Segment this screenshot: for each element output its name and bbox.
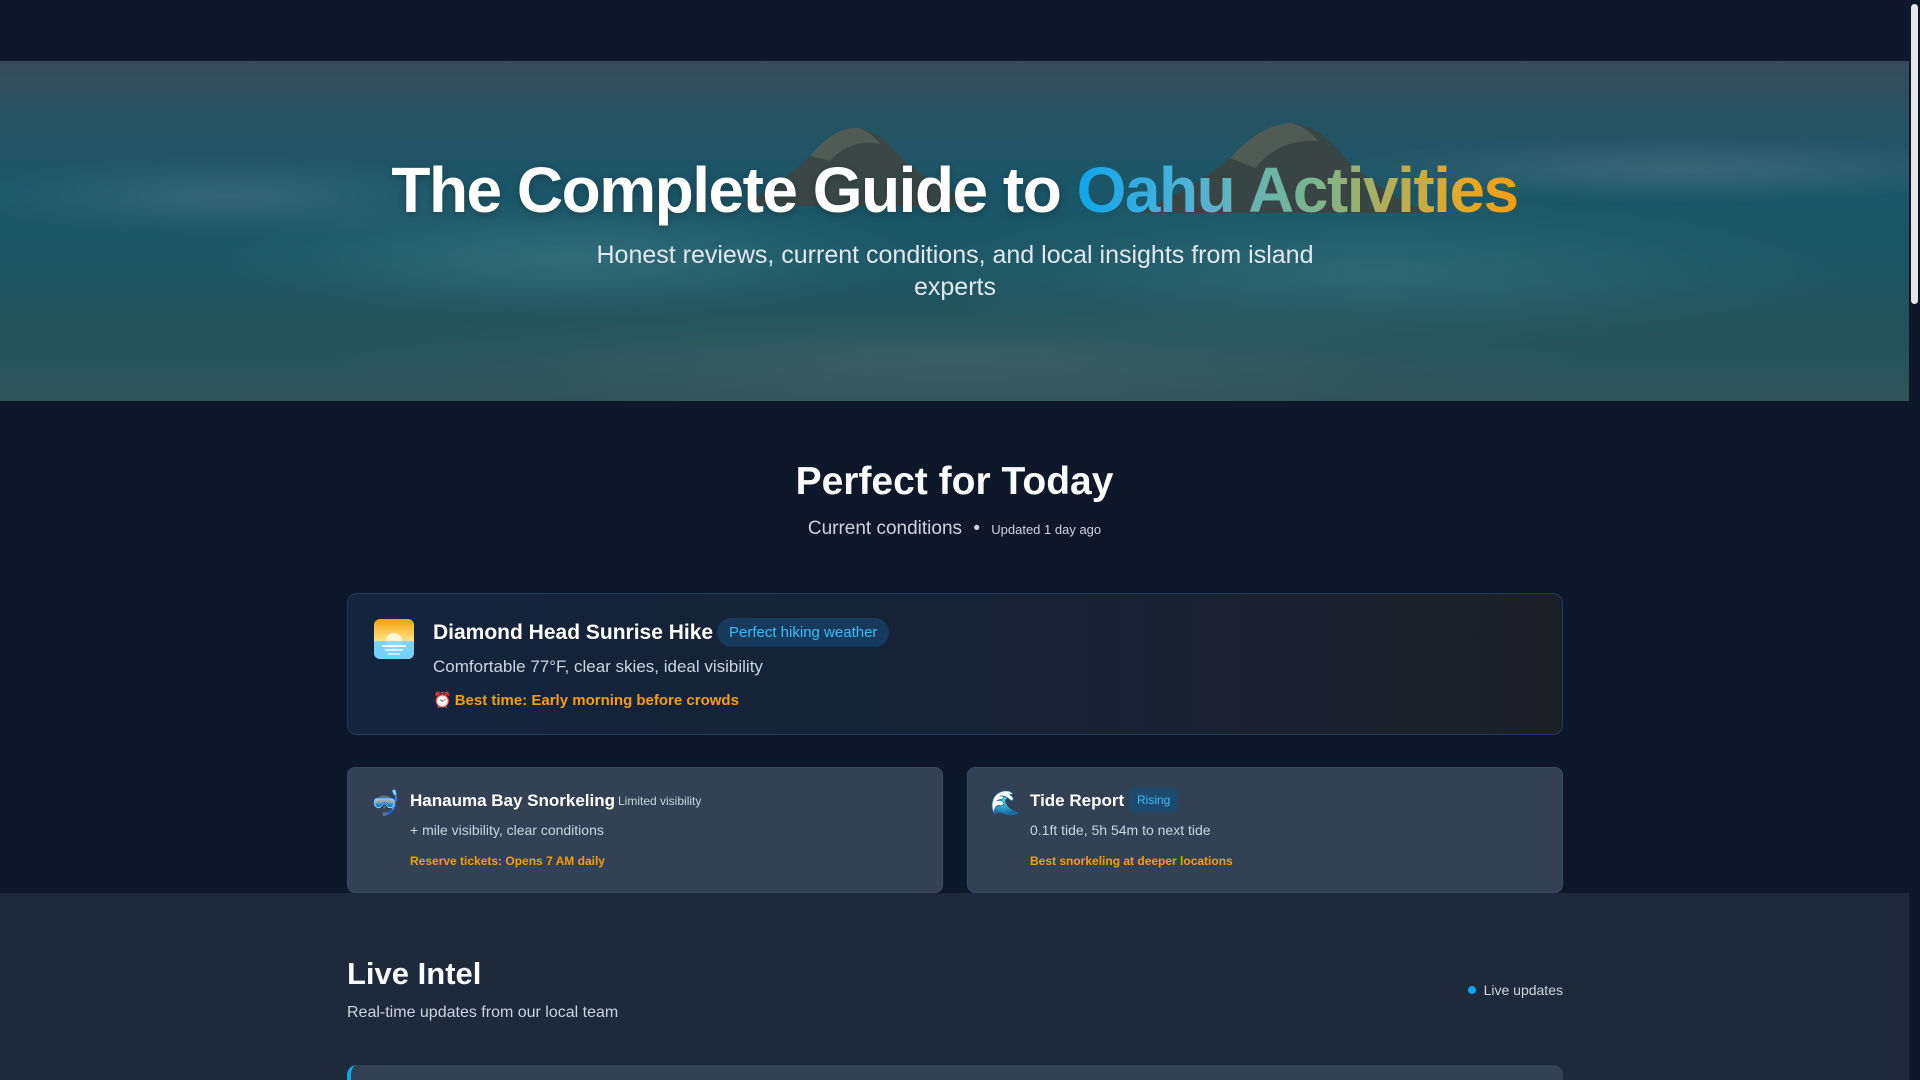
separator-dot: • (973, 518, 980, 539)
hero-title-accent: Oahu Activities (1076, 154, 1520, 226)
live-intel-subtitle: Real-time updates from our local team (347, 1004, 619, 1021)
tide-status-badge: Rising (1129, 788, 1179, 812)
today-section-subtitle: Current conditions • Updated 1 day ago (0, 518, 1909, 540)
best-time-tip: ⏰ Best time: Early morning before crowds (433, 691, 739, 709)
top-navigation-bar (0, 0, 1909, 61)
tide-report-title: Tide Report (1030, 791, 1125, 810)
tide-report-card[interactable]: 🌊 Tide Report Rising 0.1ft tide, 5h 54m … (967, 767, 1563, 893)
featured-activity-card[interactable]: Diamond Head Sunrise Hike Perfect hiking… (347, 593, 1563, 735)
page: The Complete Guide to Oahu Activities Ho… (0, 0, 1909, 1080)
live-intel-title: Live Intel (347, 956, 482, 991)
snorkeling-description: + mile visibility, clear conditions (410, 822, 604, 838)
page-scrollbar[interactable] (1909, 0, 1920, 1080)
live-update-card[interactable] (347, 1065, 1563, 1080)
snorkeling-title: Hanauma Bay Snorkeling (410, 791, 616, 810)
tide-report-tip: Best snorkeling at deeper locations (1030, 854, 1233, 868)
wave-icon: 🌊 (990, 790, 1020, 817)
hero-subtitle: Honest reviews, current conditions, and … (596, 241, 1314, 301)
best-time-text: Best time: Early morning before crowds (454, 692, 739, 709)
live-status-label: Live updates (1483, 982, 1563, 998)
conditions-label: Current conditions (807, 518, 963, 539)
live-dot-icon (1467, 986, 1476, 994)
hero-title-main: The Complete Guide to (391, 154, 1077, 226)
weather-badge: Perfect hiking weather (717, 618, 890, 647)
today-section-title: Perfect for Today (795, 460, 1114, 503)
live-status-indicator: Live updates (1467, 982, 1563, 998)
featured-activity-title: Diamond Head Sunrise Hike (433, 621, 714, 644)
featured-activity-description: Comfortable 77°F, clear skies, ideal vis… (433, 657, 763, 676)
updated-timestamp: Updated 1 day ago (991, 522, 1102, 537)
snorkel-mask-icon: 🤿 (370, 790, 400, 817)
live-intel-section: Live Intel Real-time updates from our lo… (0, 893, 1909, 1080)
snorkeling-tip: Reserve tickets: Opens 7 AM daily (410, 854, 605, 868)
snorkeling-card[interactable]: 🤿 Hanauma Bay Snorkeling Limited visibil… (347, 767, 943, 893)
scrollbar-thumb[interactable] (1911, 4, 1918, 304)
tide-report-description: 0.1ft tide, 5h 54m to next tide (1030, 822, 1211, 838)
hero-banner: The Complete Guide to Oahu Activities Ho… (0, 61, 1909, 401)
hero-title: The Complete Guide to Oahu Activities (0, 153, 1909, 227)
visibility-tag: Limited visibility (618, 794, 702, 808)
sunrise-icon (374, 619, 414, 659)
hero-overlay (0, 61, 1909, 401)
alarm-clock-icon: ⏰ (433, 692, 452, 709)
